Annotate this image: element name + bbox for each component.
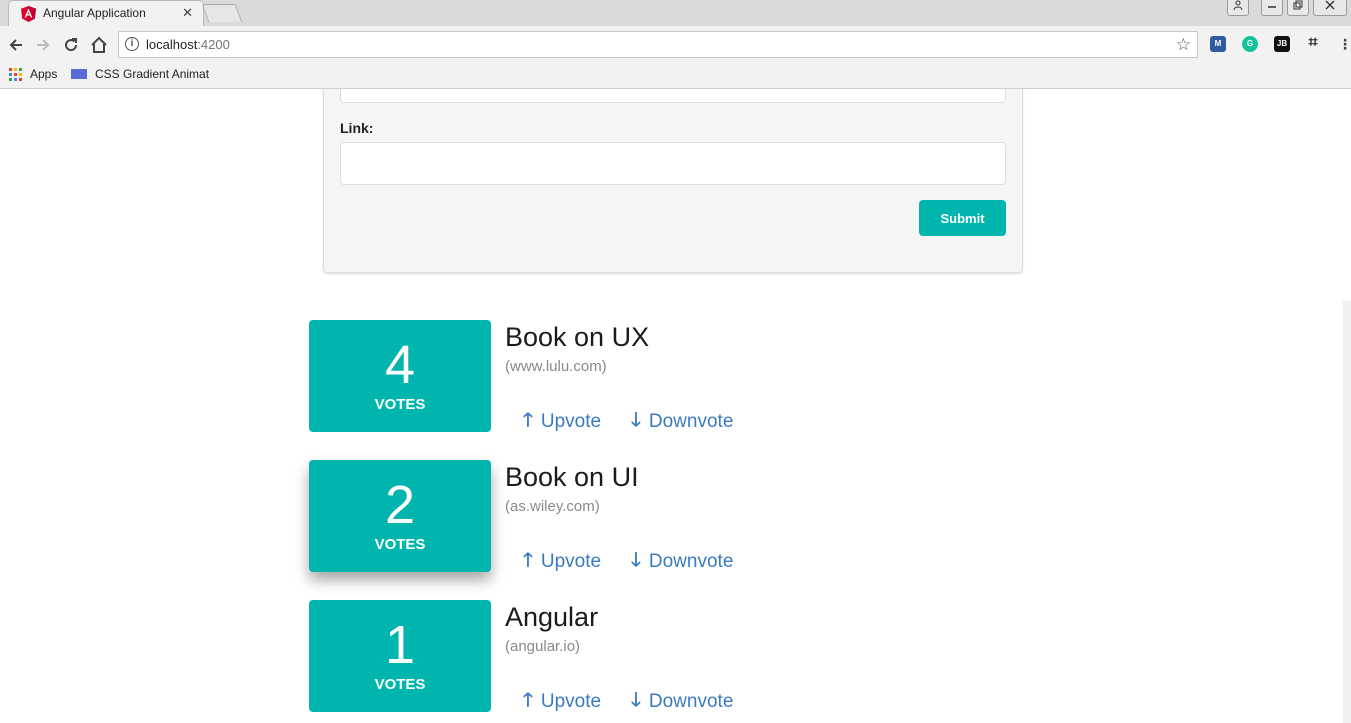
article-title[interactable]: Angular <box>505 602 598 633</box>
upvote-link[interactable]: 🡑 Upvote <box>523 406 601 438</box>
url-text: localhost:4200 <box>146 37 230 52</box>
upvote-label: Upvote <box>540 691 602 712</box>
bookmark-css-gradient[interactable]: CSS Gradient Animat <box>71 67 209 81</box>
article-item: 4 VOTES Book on UX (www.lulu.com) 🡑 Upvo… <box>309 320 909 432</box>
bookmark-label: CSS Gradient Animat <box>95 67 210 81</box>
article-domain: (www.lulu.com) <box>505 358 607 375</box>
bookmark-apps[interactable]: Apps <box>9 67 57 81</box>
arrow-down-icon: 🡓 <box>631 690 641 711</box>
downvote-link[interactable]: 🡓 Downvote <box>631 406 733 438</box>
page-content: Link: Submit 4 VOTES Book on UX (www.lul… <box>0 89 1351 723</box>
arrow-up-icon: 🡑 <box>523 410 533 431</box>
menu-icon[interactable]: ⋮ <box>1337 36 1351 52</box>
back-icon[interactable] <box>5 34 27 56</box>
address-bar[interactable]: i localhost:4200 ☆ <box>118 31 1198 58</box>
votes-label: VOTES <box>374 536 426 553</box>
bookmarks-bar: Apps CSS Gradient Animat <box>0 64 1351 89</box>
votes-label: VOTES <box>374 396 426 413</box>
restore-icon[interactable] <box>1287 0 1309 16</box>
browser-toolbar: i localhost:4200 ☆ M G JB ⌗ ⋮ <box>0 26 1351 64</box>
crop-extension-icon[interactable]: ⌗ <box>1305 35 1321 52</box>
tab-strip: Angular Application ✕ <box>0 0 1351 26</box>
angular-logo-icon <box>21 6 36 22</box>
vote-box: 4 VOTES <box>309 320 491 432</box>
link-input[interactable] <box>340 142 1006 185</box>
minimize-icon[interactable] <box>1261 0 1283 16</box>
link-label: Link: <box>340 120 374 136</box>
votes-label: VOTES <box>374 676 426 693</box>
scrollbar[interactable] <box>1343 301 1351 723</box>
arrow-down-icon: 🡓 <box>631 410 641 431</box>
article-title[interactable]: Book on UX <box>505 322 649 353</box>
forward-icon[interactable] <box>32 34 54 56</box>
extension-icon[interactable]: M <box>1210 36 1226 52</box>
window-controls <box>1227 0 1347 18</box>
downvote-link[interactable]: 🡓 Downvote <box>631 686 733 718</box>
apps-grid-icon <box>9 67 22 81</box>
article-item: 2 VOTES Book on UI (as.wiley.com) 🡑 Upvo… <box>309 460 909 572</box>
vote-count: 1 <box>384 615 416 675</box>
article-item: 1 VOTES Angular (angular.io) 🡑 Upvote 🡓 … <box>309 600 909 712</box>
title-input[interactable] <box>340 89 1006 103</box>
article-title[interactable]: Book on UI <box>505 462 639 493</box>
arrow-up-icon: 🡑 <box>523 690 533 711</box>
downvote-label: Downvote <box>648 691 734 712</box>
vote-count: 4 <box>384 335 416 395</box>
article-domain: (as.wiley.com) <box>505 498 600 515</box>
arrow-down-icon: 🡓 <box>631 550 641 571</box>
tab-close-icon[interactable]: ✕ <box>182 5 193 21</box>
profile-icon[interactable] <box>1227 0 1249 16</box>
browser-tab[interactable]: Angular Application ✕ <box>8 0 204 26</box>
close-window-icon[interactable] <box>1313 0 1347 16</box>
bookmark-favicon-icon <box>71 69 87 79</box>
arrow-up-icon: 🡑 <box>523 550 533 571</box>
submit-button[interactable]: Submit <box>919 200 1006 236</box>
reload-icon[interactable] <box>60 34 82 56</box>
home-icon[interactable] <box>88 34 110 56</box>
article-domain: (angular.io) <box>505 638 581 655</box>
jetbrains-icon[interactable]: JB <box>1274 36 1290 52</box>
downvote-label: Downvote <box>648 551 734 572</box>
upvote-label: Upvote <box>540 551 602 572</box>
info-icon[interactable]: i <box>125 37 139 51</box>
vote-count: 2 <box>384 475 416 535</box>
upvote-label: Upvote <box>540 411 602 432</box>
bookmark-star-icon[interactable]: ☆ <box>1176 35 1191 55</box>
upvote-link[interactable]: 🡑 Upvote <box>523 546 601 578</box>
new-tab-button[interactable] <box>201 4 243 22</box>
grammarly-icon[interactable]: G <box>1242 36 1258 52</box>
tab-title: Angular Application <box>43 6 146 20</box>
add-link-form: Link: Submit <box>323 89 1023 273</box>
bookmark-label: Apps <box>30 67 58 81</box>
vote-box: 1 VOTES <box>309 600 491 712</box>
upvote-link[interactable]: 🡑 Upvote <box>523 686 601 718</box>
downvote-label: Downvote <box>648 411 734 432</box>
downvote-link[interactable]: 🡓 Downvote <box>631 546 733 578</box>
vote-box: 2 VOTES <box>309 460 491 572</box>
